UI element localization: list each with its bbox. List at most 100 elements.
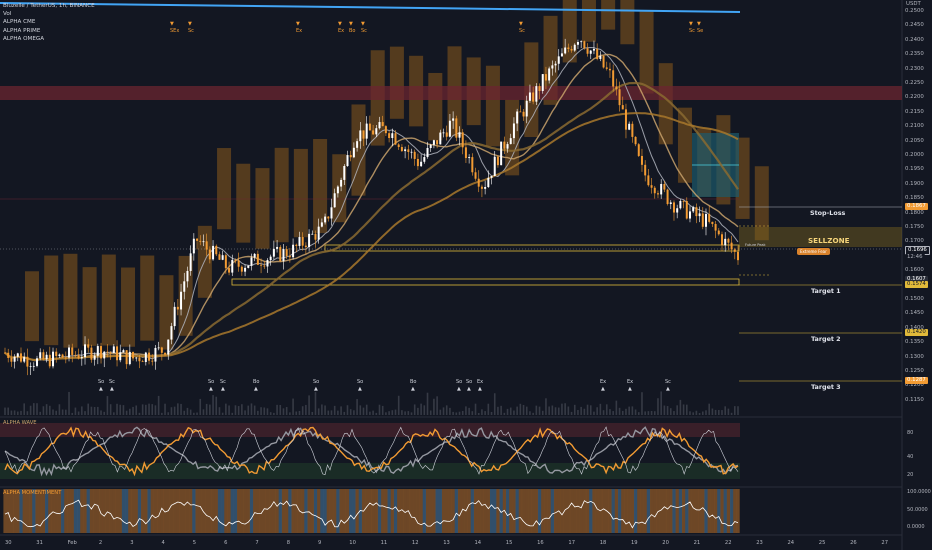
volume-bar [436,396,438,415]
wave-pane-title[interactable]: ALPHA WAVE [3,420,37,426]
volume-bar [378,404,381,415]
time-axis-tick: 19 [631,540,638,546]
candle-body [503,141,506,149]
momentum-column [595,489,599,533]
candle-body [173,306,176,327]
momentum-pane-title[interactable]: ALPHA MOMENTIMENT [3,490,61,496]
candle-body [74,354,77,356]
indicator-legend-prime[interactable]: ALPHA PRIME [3,27,95,35]
candle-body [372,130,375,135]
time-axis-tick: 15 [505,540,513,546]
time-axis-tick: 17 [568,540,575,546]
cloud-segment [581,0,596,42]
candle-body [23,356,26,362]
volume-bar [359,405,362,415]
momentum-column [173,489,177,533]
momentum-column [467,489,471,533]
resistance-band [0,86,902,100]
momentum-column [409,489,414,533]
buy-arrow-icon: ▲ [358,386,362,392]
signal-label: Ex [477,379,484,385]
volume-bar [490,411,493,415]
volume-bar [461,410,464,415]
stop-price-tag: 0.1867 [905,203,928,210]
candle-body [100,346,103,359]
volume-bar [705,410,707,415]
momentum-column [454,489,459,533]
symbol-title[interactable]: Bluzelle / TetherUS, 1h, BINANCE [3,2,95,10]
volume-bar [33,403,35,415]
candle-body [653,187,656,194]
volume-bar [644,411,646,415]
buy-arrow-icon: ▲ [467,386,471,392]
volume-bar [669,408,672,415]
volume-legend[interactable]: Vol [3,10,95,18]
momentum-column [217,489,222,533]
volume-bar [106,396,109,415]
time-axis-tick: 20 [662,540,669,546]
momentum-column [253,489,257,533]
chart-canvas[interactable] [0,0,932,550]
candle-body [695,207,698,217]
candle-body [324,216,327,223]
candle-body [426,147,429,158]
volume-bar [532,412,534,415]
momentum-column [733,489,737,533]
buy-arrow-icon: ▲ [411,386,415,392]
volume-bar [471,411,474,415]
momentum-column [377,489,382,533]
volume-bar [586,404,589,415]
candle-body [58,354,61,357]
time-axis-tick: 11 [380,540,388,546]
candle-body [400,147,403,152]
volume-bar [4,407,6,415]
candle-body [346,155,349,167]
momentum-column [477,489,481,533]
momentum-column [678,489,683,533]
candle-body [663,183,666,190]
volume-bar [596,407,598,415]
candle-body [384,126,387,134]
candle-body [266,260,269,267]
price-axis-tick: 0.1150 [905,396,924,403]
momentum-column [515,489,519,533]
volume-bar [215,396,218,415]
candle-body [528,92,531,101]
time-axis-tick: 22 [724,540,732,546]
sell-arrow-icon: ▼ [361,21,365,27]
momentum-column [157,489,161,533]
price-axis-tick: 0.1800 [905,209,924,216]
momentum-column [307,489,311,533]
volume-bar [340,406,342,415]
candle-body [13,356,16,362]
signal-label: Bo [349,28,356,34]
sellzone-label: SELLZONE [808,236,850,245]
volume-bar [477,412,480,415]
momentum-column [150,489,154,533]
cloud-segment [121,267,136,347]
volume-bar [141,404,144,415]
momentum-column [685,489,689,533]
sell-arrow-icon: ▼ [689,21,693,27]
support-box-lower [231,278,740,286]
volume-bar [125,410,128,415]
candle-body [599,55,602,59]
signal-label: Bo [410,379,417,385]
indicator-legend-omega[interactable]: ALPHA OMEGA [3,35,95,43]
indicator-legend-cme[interactable]: ALPHA CME [3,18,95,26]
candle-body [244,267,247,272]
momentum-column [681,489,686,533]
volume-bar [135,405,138,415]
volume-bar [394,409,397,415]
buy-arrow-icon: ▲ [666,386,670,392]
momentum-column [326,489,330,533]
momentum-column [717,489,721,533]
volume-bar [145,404,147,415]
candle-body [176,306,179,310]
volume-bar [225,403,227,415]
candle-body [148,352,151,361]
cloud-segment [255,168,270,249]
signal-label: SEx [170,28,180,34]
candle-body [701,213,704,227]
candle-body [666,189,669,204]
